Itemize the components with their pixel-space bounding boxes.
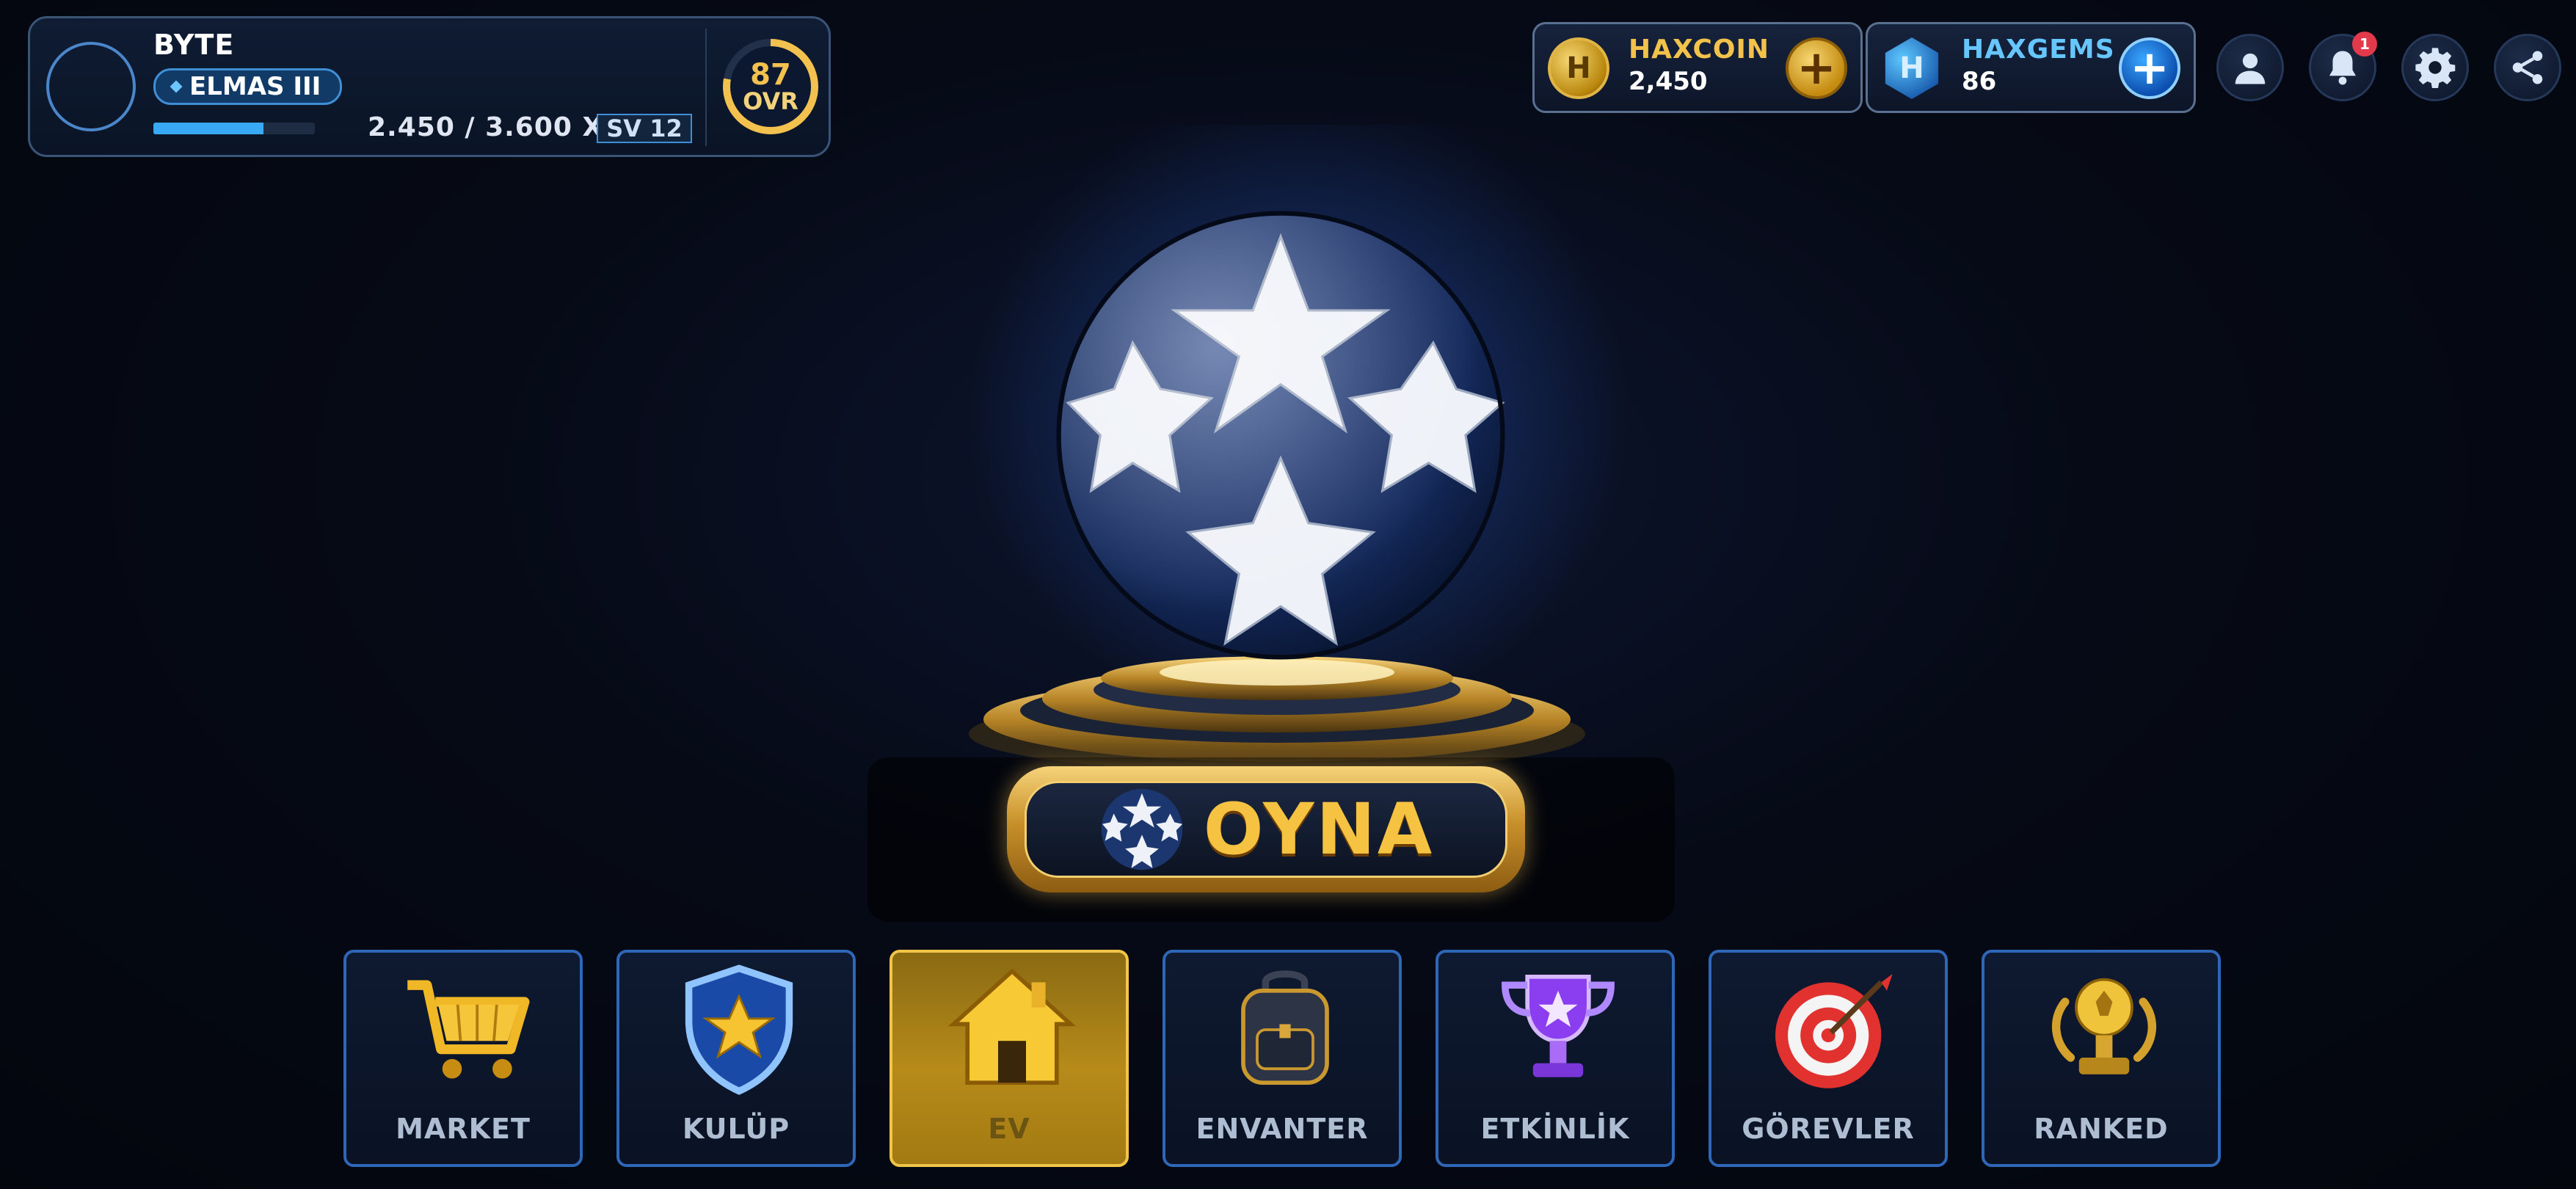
share-button[interactable] xyxy=(2494,34,2561,101)
level-badge: SV 12 xyxy=(597,114,692,143)
football xyxy=(1049,204,1512,666)
nav-label: RANKED xyxy=(2034,1113,2169,1145)
nav-market[interactable]: MARKET xyxy=(343,950,583,1167)
ovr-label: OVR xyxy=(743,87,798,115)
add-haxgems-button[interactable]: + xyxy=(2119,37,2180,99)
profile-card[interactable]: BYTE ELMAS III 2.450 / 3.600 XP SV 12 87… xyxy=(28,16,831,157)
backpack-icon xyxy=(1212,960,1358,1099)
xp-progress-bar xyxy=(153,123,315,134)
ovr-rating: 87 OVR xyxy=(723,39,818,134)
golden-ball-trophy-icon xyxy=(2031,960,2177,1099)
nav-label: EV xyxy=(988,1113,1030,1145)
haxgems-icon: H xyxy=(1885,37,1939,99)
play-button[interactable]: OYNA xyxy=(1007,766,1525,892)
haxgems-value: 86 xyxy=(1962,67,1997,96)
haxgems-name: HAXGEMS xyxy=(1962,34,2115,65)
rank-badge: ELMAS III xyxy=(153,68,343,105)
nav-label: MARKET xyxy=(396,1113,531,1145)
notification-badge: 1 xyxy=(2352,32,2377,57)
nav-missions[interactable]: GÖREVLER xyxy=(1709,950,1948,1167)
ovr-value: 87 xyxy=(750,58,791,92)
notifications-button[interactable]: 1 xyxy=(2309,32,2377,101)
divider xyxy=(705,29,707,146)
shopping-cart-icon xyxy=(393,960,539,1099)
profile-button[interactable] xyxy=(2216,34,2284,101)
rank-label: ELMAS III xyxy=(189,72,321,101)
profile-icon xyxy=(2235,53,2266,84)
nav-label: ENVANTER xyxy=(1196,1113,1369,1145)
nav-inventory[interactable]: ENVANTER xyxy=(1163,950,1402,1167)
haxgems-panel: H HAXGEMS 86 + xyxy=(1866,22,2196,113)
xp-progress-fill xyxy=(153,123,263,134)
share-icon xyxy=(2512,51,2543,84)
nav-ranked[interactable]: RANKED xyxy=(1982,950,2221,1167)
add-haxcoin-button[interactable]: + xyxy=(1786,37,1847,99)
haxcoin-name: HAXCOIN xyxy=(1629,34,1770,65)
nav-label: ETKİNLİK xyxy=(1480,1113,1630,1145)
nav-home[interactable]: EV xyxy=(889,950,1129,1167)
nav-event[interactable]: ETKİNLİK xyxy=(1436,950,1675,1167)
diamond-icon xyxy=(170,80,183,93)
haxcoin-value: 2,450 xyxy=(1629,67,1708,96)
play-label: OYNA xyxy=(1203,788,1435,870)
nav-label: GÖREVLER xyxy=(1742,1113,1915,1145)
target-icon xyxy=(1758,960,1904,1099)
player-name: BYTE xyxy=(153,29,235,61)
haxcoin-icon: H xyxy=(1548,37,1609,99)
xp-text: 2.450 / 3.600 XP xyxy=(368,112,624,142)
trophy-icon xyxy=(1485,960,1631,1099)
gear-icon xyxy=(2415,48,2456,89)
settings-button[interactable] xyxy=(2401,34,2469,101)
nav-label: KULÜP xyxy=(682,1113,790,1145)
shield-star-icon xyxy=(666,960,812,1099)
nav-club[interactable]: KULÜP xyxy=(616,950,856,1167)
football-icon xyxy=(1101,788,1183,870)
haxcoin-panel: H HAXCOIN 2,450 + xyxy=(1532,22,1863,113)
house-icon xyxy=(939,960,1085,1099)
avatar[interactable] xyxy=(46,42,136,131)
